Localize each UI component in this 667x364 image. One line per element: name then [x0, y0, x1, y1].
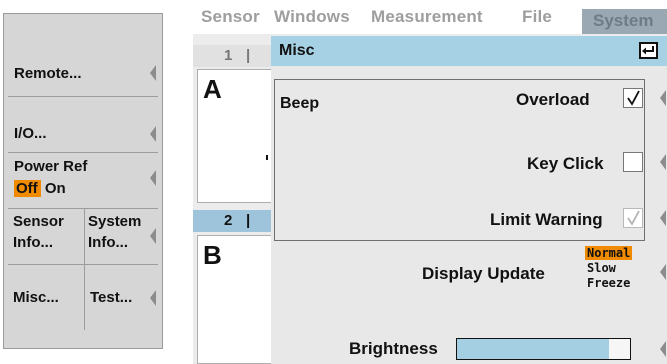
io-softkey[interactable]: I/O... — [8, 96, 158, 153]
softkey-arrow-icon — [150, 65, 156, 81]
overload-label: Overload — [516, 90, 590, 109]
window-pane-a: A — [197, 69, 271, 203]
brightness-label: Brightness — [349, 339, 438, 358]
softkey-arrow-icon — [150, 290, 156, 306]
softkey-arrow-icon — [150, 126, 156, 142]
power-ref-state: Off On — [14, 179, 66, 198]
sensor-info-line1: Sensor — [13, 213, 64, 230]
sensor-info-line2: Info... — [13, 234, 53, 251]
menu-bar: Sensor Windows Measurement File System — [193, 0, 667, 34]
menu-windows[interactable]: Windows — [274, 7, 350, 27]
power-ref-title: Power Ref — [14, 158, 88, 175]
softkey-arrow-icon — [660, 210, 666, 226]
softkey-arrow-icon — [150, 170, 156, 186]
brightness-slider[interactable] — [456, 338, 631, 360]
power-ref-off-option: Off — [14, 180, 41, 197]
system-info-line1: System — [88, 213, 142, 230]
dialog-title-bar: Misc — [271, 36, 667, 66]
instrument-screen: Sensor Windows Measurement File System 1… — [193, 0, 667, 364]
brightness-fill — [457, 339, 610, 359]
display-update-option-normal[interactable]: Normal — [585, 246, 633, 260]
window-pane-b: B — [197, 235, 271, 364]
softkey-panel: Remote... I/O... Power Ref Off On Sensor… — [3, 13, 163, 349]
system-info-softkey[interactable]: System Info... — [85, 208, 158, 264]
display-update-label: Display Update — [422, 264, 545, 283]
power-ref-softkey[interactable]: Power Ref Off On — [8, 152, 158, 209]
info-softkey-row: Sensor Info... System Info... — [8, 208, 158, 265]
softkey-arrow-icon — [660, 154, 666, 170]
pane-marker — [266, 155, 268, 160]
test-softkey-label: Test... — [90, 289, 133, 306]
io-softkey-label: I/O... — [14, 125, 47, 142]
misc-softkey[interactable]: Misc... — [8, 264, 84, 330]
limit-warning-label: Limit Warning — [490, 210, 603, 229]
key-click-checkbox[interactable] — [623, 152, 643, 172]
menu-file[interactable]: File — [522, 7, 552, 27]
limit-warning-checkbox[interactable] — [623, 208, 643, 228]
softkey-arrow-icon — [660, 264, 666, 280]
beep-label: Beep — [280, 95, 320, 112]
window-letter: B — [203, 240, 222, 270]
key-click-label: Key Click — [527, 154, 604, 173]
window-tab-separator: | — [246, 212, 251, 229]
softkey-arrow-icon — [150, 228, 156, 244]
system-info-line2: Info... — [88, 234, 128, 251]
menu-measurement[interactable]: Measurement — [371, 7, 483, 27]
menu-sensor[interactable]: Sensor — [201, 7, 260, 27]
display-update-option-slow[interactable]: Slow — [587, 261, 616, 275]
window-letter: A — [203, 74, 222, 104]
menu-system[interactable]: System — [582, 9, 667, 34]
misc-dialog: Misc Beep Overload Key Click Limit Warni… — [271, 36, 667, 364]
misc-softkey-label: Misc... — [13, 289, 59, 306]
remote-softkey[interactable]: Remote... — [8, 18, 158, 97]
remote-softkey-label: Remote... — [14, 65, 82, 82]
overload-checkbox[interactable] — [623, 88, 643, 108]
test-softkey[interactable]: Test... — [85, 264, 158, 330]
window-tab-number: 2 — [224, 212, 233, 229]
power-ref-on-option: On — [44, 180, 66, 197]
softkey-arrow-icon — [660, 341, 666, 357]
dialog-title: Misc — [279, 42, 315, 59]
display-update-option-freeze[interactable]: Freeze — [587, 276, 630, 290]
enter-icon[interactable] — [639, 42, 658, 59]
window-tab-1[interactable]: 1 | — [193, 45, 271, 67]
display-update-options[interactable]: Normal Slow Freeze — [585, 246, 649, 306]
window-tab-number: 1 — [224, 47, 233, 64]
window-tab-2[interactable]: 2 | — [193, 210, 271, 232]
misc-test-softkey-row: Misc... Test... — [8, 264, 158, 342]
window-tab-separator: | — [246, 47, 251, 64]
softkey-arrow-icon — [660, 90, 666, 106]
sensor-info-softkey[interactable]: Sensor Info... — [8, 208, 84, 264]
